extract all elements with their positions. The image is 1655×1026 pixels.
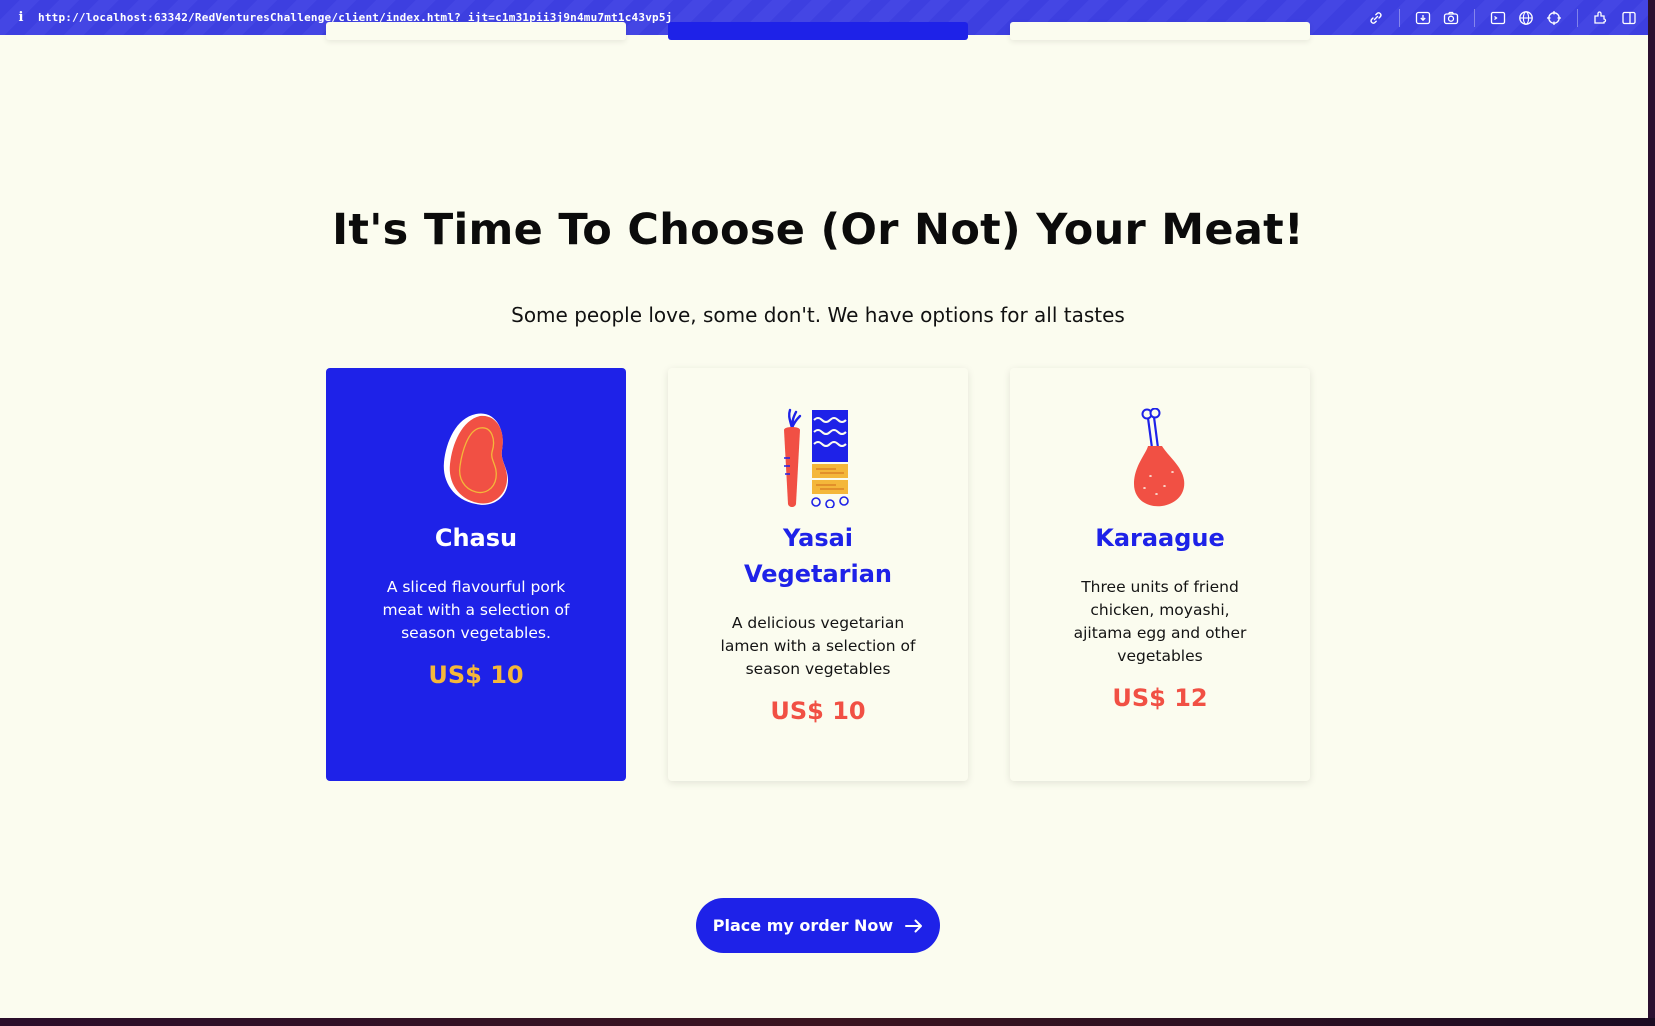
card-price: US$ 10 <box>770 697 866 725</box>
card-body: Chasu A sliced flavourful pork meat with… <box>356 520 596 689</box>
card-price: US$ 10 <box>428 661 524 689</box>
option-card-yasai-vegetarian[interactable]: Yasai Vegetarian A delicious vegetarian … <box>668 368 968 781</box>
arrow-right-icon <box>905 919 923 933</box>
toolbar-separator <box>1399 8 1400 27</box>
section-title: It's Time To Choose (Or Not) Your Meat! <box>332 205 1304 255</box>
camera-icon[interactable] <box>1442 9 1460 27</box>
desktop-background <box>0 1018 1655 1026</box>
window-edge <box>1648 0 1655 1026</box>
card-description: A sliced flavourful pork meat with a sel… <box>382 578 570 642</box>
terminal-icon[interactable] <box>1489 9 1507 27</box>
option-card-karaague[interactable]: Karaague Three units of friend chicken, … <box>1010 368 1310 781</box>
option-card-chasu[interactable]: Chasu A sliced flavourful pork meat with… <box>326 368 626 781</box>
info-icon[interactable]: i <box>14 10 28 25</box>
extensions-icon[interactable] <box>1592 9 1610 27</box>
crosshair-icon[interactable] <box>1545 9 1563 27</box>
toolbar-icons <box>1357 0 1638 35</box>
card-body: Karaague Three units of friend chicken, … <box>1040 520 1280 712</box>
globe-icon[interactable] <box>1517 9 1535 27</box>
previous-card-stub <box>326 22 626 40</box>
card-title: Karaague <box>1095 524 1225 552</box>
previous-card-stub <box>1010 22 1310 40</box>
card-description: Three units of friend chicken, moyashi, … <box>1073 578 1247 665</box>
previous-card-stub-selected <box>668 22 968 40</box>
section-subtitle: Some people love, some don't. We have op… <box>511 303 1125 327</box>
link-icon[interactable] <box>1367 9 1385 27</box>
card-price: US$ 12 <box>1112 684 1208 712</box>
card-title: Yasai Vegetarian <box>743 524 892 588</box>
meat-steak-icon <box>326 408 626 508</box>
download-icon[interactable] <box>1414 9 1432 27</box>
card-body: Yasai Vegetarian A delicious vegetarian … <box>698 520 938 725</box>
place-order-label: Place my order Now <box>712 916 894 935</box>
sidebar-icon[interactable] <box>1620 9 1638 27</box>
place-order-button[interactable]: Place my order Now <box>696 898 940 953</box>
toolbar-separator <box>1474 8 1475 27</box>
browser-window: i http://localhost:63342/RedVenturesChal… <box>0 0 1648 1018</box>
card-description: A delicious vegetarian lamen with a sele… <box>720 614 916 678</box>
chicken-leg-icon <box>1010 408 1310 508</box>
vegetables-icon <box>668 408 968 508</box>
toolbar-separator <box>1577 8 1578 27</box>
card-title: Chasu <box>434 524 518 552</box>
